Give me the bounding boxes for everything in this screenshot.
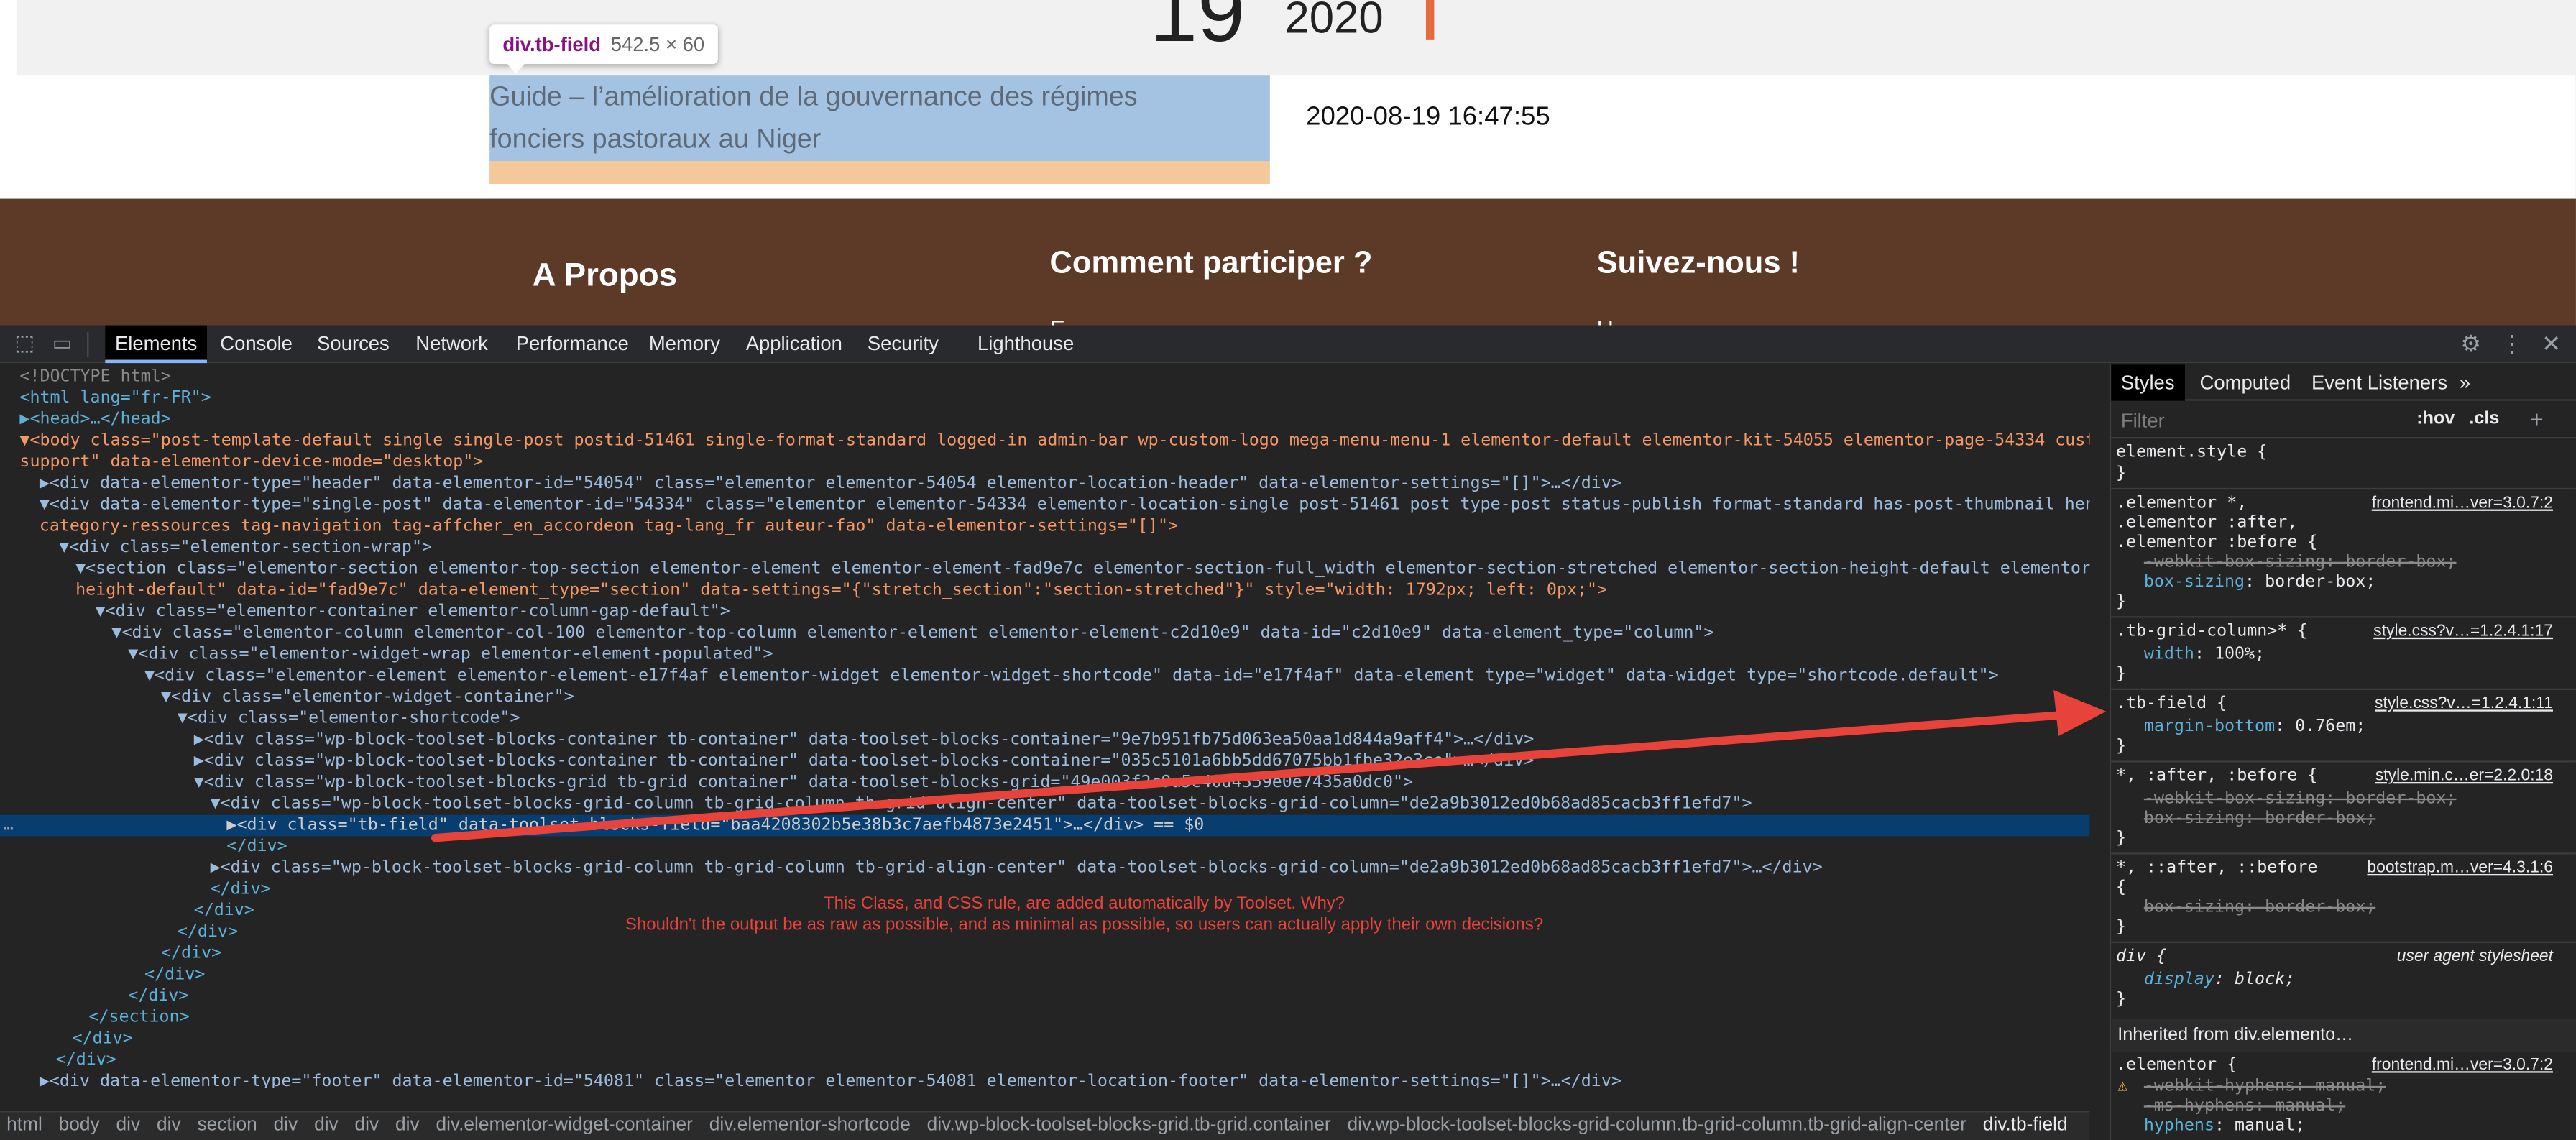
warning-icon: ⚠ [2117, 1077, 2128, 1096]
css-property-overridden[interactable]: -webkit-box-sizing: border-box; [2144, 553, 2457, 573]
rule-selector[interactable]: *, ::after, ::before [2116, 859, 2317, 878]
css-property-overridden[interactable]: box-sizing: border-box; [2144, 898, 2375, 918]
css-property-overridden[interactable]: -ms-hyphens: manual; [2144, 1098, 2345, 1117]
css-property-overridden[interactable]: box-sizing: border-box; [2144, 810, 2375, 829]
rule-close: } [2115, 665, 2127, 684]
css-property[interactable]: box-sizing: border-box; [2144, 574, 2375, 593]
cls-toggle[interactable]: .cls [2469, 409, 2499, 428]
css-property[interactable]: display: block; [2144, 971, 2295, 990]
hov-toggle[interactable]: :hov [2416, 409, 2455, 428]
rule-source-link[interactable]: style.css?v…=1.2.4.1:17 [2373, 622, 2553, 640]
breadcrumb-item[interactable]: section [197, 1116, 257, 1135]
css-property-overridden[interactable]: -webkit-hyphens: manual; [2144, 1077, 2386, 1097]
filter-input[interactable]: Filter [2121, 409, 2165, 432]
breadcrumb-item[interactable]: div [355, 1116, 380, 1135]
inherited-header: Inherited from div.elemento… [2111, 1019, 2576, 1052]
rule-selector[interactable]: .elementor *, [2116, 495, 2247, 514]
breadcrumb-item[interactable]: body [59, 1116, 100, 1135]
rule-divider [2111, 487, 2576, 490]
rule-close: } [2115, 990, 2127, 1009]
rule-selector[interactable]: .tb-field { [2116, 695, 2227, 714]
breadcrumb-item[interactable]: div [395, 1116, 420, 1135]
styles-filter-bar: Filter :hov .cls + [2111, 403, 2576, 439]
rule-selector[interactable]: .tb-grid-column>* { [2116, 622, 2307, 642]
css-property-overridden[interactable]: -webkit-box-sizing: border-box; [2144, 790, 2457, 809]
more-tabs-icon[interactable]: » [2450, 364, 2480, 400]
rule-source-label: user agent stylesheet [2396, 947, 2553, 966]
rule-selector[interactable]: *, :after, :before { [2116, 767, 2317, 786]
breadcrumb-item[interactable]: div [116, 1116, 141, 1135]
tab-event-listeners[interactable]: Event Listeners [2301, 364, 2457, 400]
breadcrumb-item[interactable]: div [157, 1116, 181, 1135]
breadcrumb-item[interactable]: div.wp-block-toolset-blocks-grid-column.… [1347, 1116, 1966, 1135]
rule-selector[interactable]: div { [2116, 948, 2166, 967]
styles-tabbar: Styles Computed Event Listeners » [2111, 364, 2576, 401]
new-rule-icon[interactable]: + [2530, 406, 2544, 433]
css-property[interactable]: margin-bottom: 0.76em; [2144, 718, 2365, 737]
breadcrumb-item[interactable]: html [6, 1116, 42, 1135]
rule-divider [2111, 616, 2576, 618]
rule-source-link[interactable]: frontend.mi…ver=3.0.7:2 [2372, 1057, 2553, 1075]
screenshot-root: 19 2020 Guide – l’amélioration de la gou… [0, 0, 2576, 1140]
css-property[interactable]: width: 100%; [2144, 645, 2265, 665]
breadcrumb-item[interactable]: div.elementor-widget-container [436, 1116, 692, 1135]
rule-divider [2111, 688, 2576, 690]
rule-close: } [2115, 918, 2127, 937]
rule-divider [2111, 941, 2576, 943]
rule-source-link[interactable]: style.css?v…=1.2.4.1:11 [2375, 695, 2553, 713]
rule-source-link[interactable]: frontend.mi…ver=3.0.7:2 [2372, 495, 2553, 512]
rule-source-link[interactable]: bootstrap.m…ver=4.3.1:6 [2367, 859, 2553, 877]
styles-panel: Styles Computed Event Listeners » Filter… [2109, 364, 2576, 1140]
breadcrumb-item-current[interactable]: div.tb-field [1983, 1116, 2068, 1135]
rule-selector[interactable]: .elementor { [2116, 1057, 2237, 1076]
rule-open: { [2115, 878, 2127, 897]
breadcrumb-item[interactable]: div.wp-block-toolset-blocks-grid.tb-grid… [927, 1116, 1331, 1135]
breadcrumb-item[interactable]: div [314, 1116, 339, 1135]
dom-breadcrumbs: html body div div section div div div div div.ele… [0, 1111, 2090, 1140]
css-property[interactable]: hyphens: manual; [2144, 1117, 2305, 1136]
rule-divider [2111, 852, 2576, 855]
breadcrumb-item[interactable]: div.elementor-shortcode [709, 1116, 911, 1135]
tab-styles[interactable]: Styles [2111, 364, 2185, 401]
tab-computed[interactable]: Computed [2190, 364, 2301, 400]
element-style-selector[interactable]: element.style { [2116, 443, 2267, 463]
rule-source-link[interactable]: style.min.c…er=2.2.0:18 [2375, 767, 2553, 785]
rule-divider [2111, 760, 2576, 763]
rule-close: } [2115, 593, 2127, 612]
rule-close: } [2115, 737, 2127, 756]
breadcrumb-item[interactable]: div [274, 1116, 298, 1135]
rule-close: } [2115, 464, 2127, 483]
rule-selector[interactable]: .elementor :after, [2116, 514, 2297, 533]
rule-close: } [2115, 829, 2127, 848]
rule-selector[interactable]: .elementor :before { [2116, 534, 2317, 553]
